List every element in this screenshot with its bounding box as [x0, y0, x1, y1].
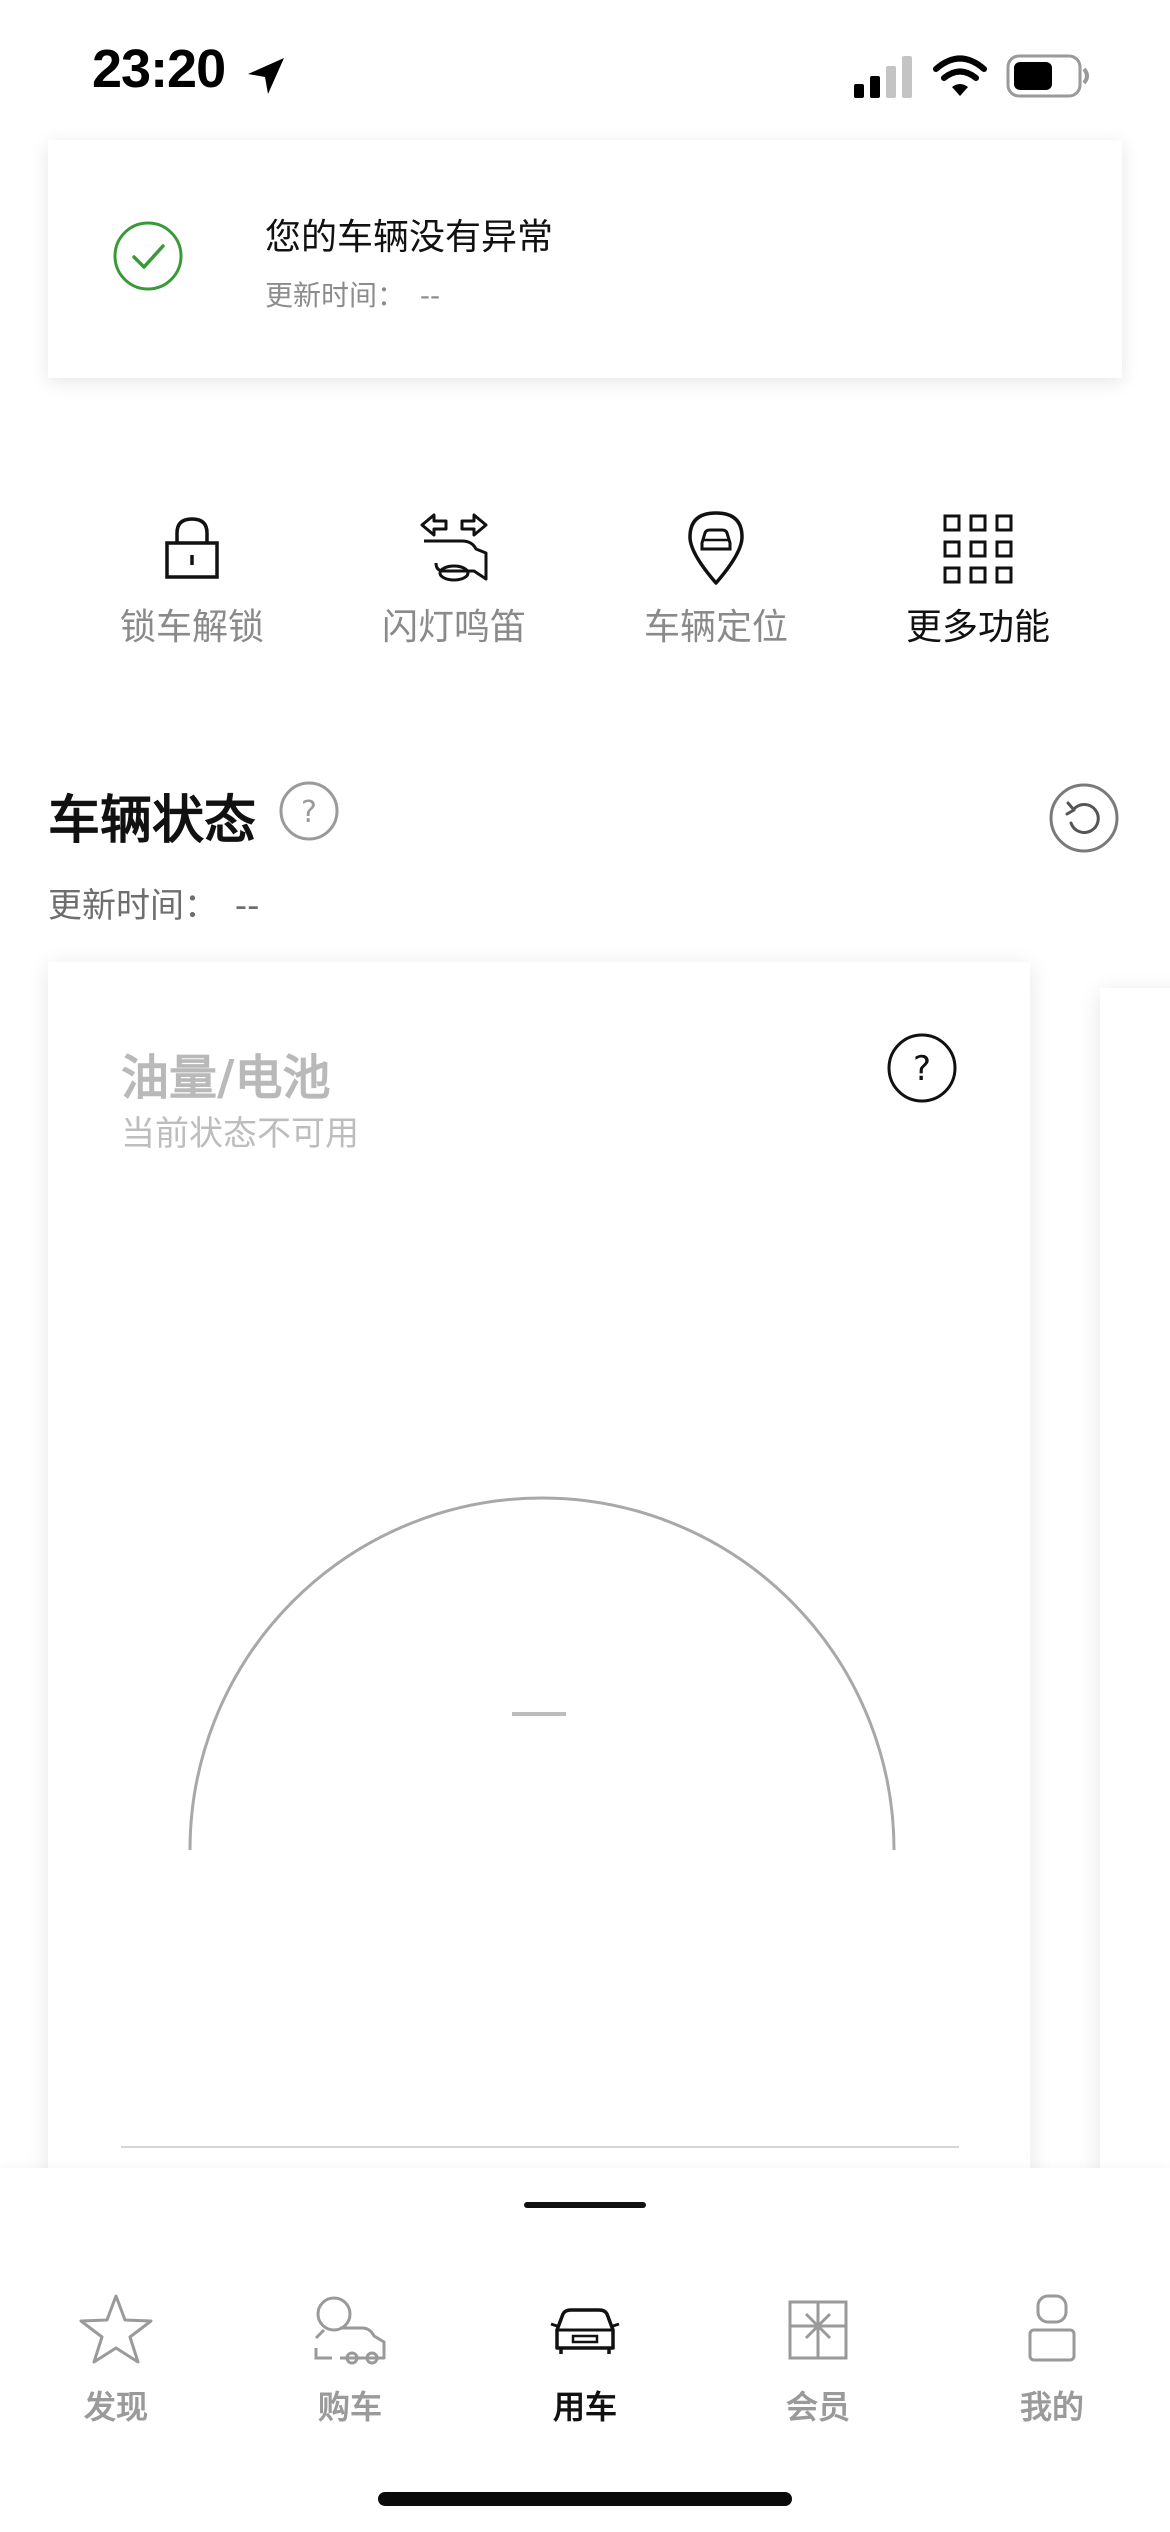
lock-icon — [165, 517, 219, 579]
card-divider — [121, 2146, 959, 2148]
fuel-card-title: 油量/电池 — [121, 1050, 331, 1106]
cellular-signal-icon — [854, 56, 912, 98]
fuel-gauge — [188, 1496, 896, 1851]
vehicle-alert-card[interactable] — [48, 140, 1122, 378]
wifi-icon — [933, 55, 987, 96]
nav-label-buy-car: 购车 — [317, 2388, 382, 2426]
vehicle-status-update-label: 更新时间： — [48, 886, 218, 926]
nav-profile[interactable]: 我的 — [952, 2290, 1152, 2440]
car-icon — [550, 2308, 620, 2354]
nav-member[interactable]: 会员 — [718, 2290, 918, 2440]
vehicle-status-title: 车辆状态 — [48, 791, 257, 851]
action-label-lock: 锁车解锁 — [119, 607, 264, 648]
alert-update-value: -- — [419, 279, 441, 312]
car-search-icon — [314, 2296, 386, 2365]
alert-update-label: 更新时间： — [265, 279, 406, 312]
battery-icon — [1006, 54, 1089, 98]
nav-label-member: 会员 — [785, 2388, 850, 2426]
svg-text:?: ? — [301, 795, 317, 830]
vehicle-status-update-time: 更新时间： -- — [48, 878, 259, 927]
next-status-card[interactable] — [1100, 988, 1170, 2188]
fuel-help-icon[interactable]: ? — [886, 1032, 958, 1104]
nav-use-car[interactable]: 用车 — [485, 2290, 685, 2440]
car-location-pin-icon — [688, 511, 744, 585]
nav-discover[interactable]: 发现 — [16, 2290, 216, 2440]
check-circle-icon — [113, 221, 183, 291]
location-arrow-icon — [248, 58, 284, 94]
nav-label-use-car: 用车 — [552, 2388, 617, 2426]
svg-text:?: ? — [913, 1049, 931, 1089]
action-label-flash-horn: 闪灯鸣笛 — [381, 607, 526, 648]
user-icon — [1028, 2294, 1076, 2362]
alert-update-time: 更新时间： -- — [265, 274, 440, 314]
vehicle-status-update-value: -- — [234, 886, 260, 926]
nav-label-discover: 发现 — [83, 2388, 148, 2426]
fuel-card-subtitle: 当前状态不可用 — [121, 1114, 359, 1154]
nav-label-profile: 我的 — [1019, 2388, 1084, 2426]
star-icon — [79, 2294, 153, 2364]
gift-icon — [788, 2300, 848, 2360]
action-label-location: 车辆定位 — [643, 607, 788, 648]
refresh-icon[interactable] — [1048, 782, 1120, 854]
status-time: 23:20 — [92, 39, 226, 99]
alert-title: 您的车辆没有异常 — [265, 217, 554, 258]
sheet-grabber[interactable] — [524, 2202, 646, 2208]
fuel-gauge-value — [512, 1712, 566, 1716]
action-label-more: 更多功能 — [905, 607, 1050, 648]
flash-horn-icon — [420, 513, 488, 582]
nav-buy-car[interactable]: 购车 — [250, 2290, 450, 2440]
question-circle-icon[interactable]: ? — [278, 780, 340, 842]
grid-icon — [943, 514, 1013, 584]
home-indicator[interactable] — [378, 2492, 792, 2506]
